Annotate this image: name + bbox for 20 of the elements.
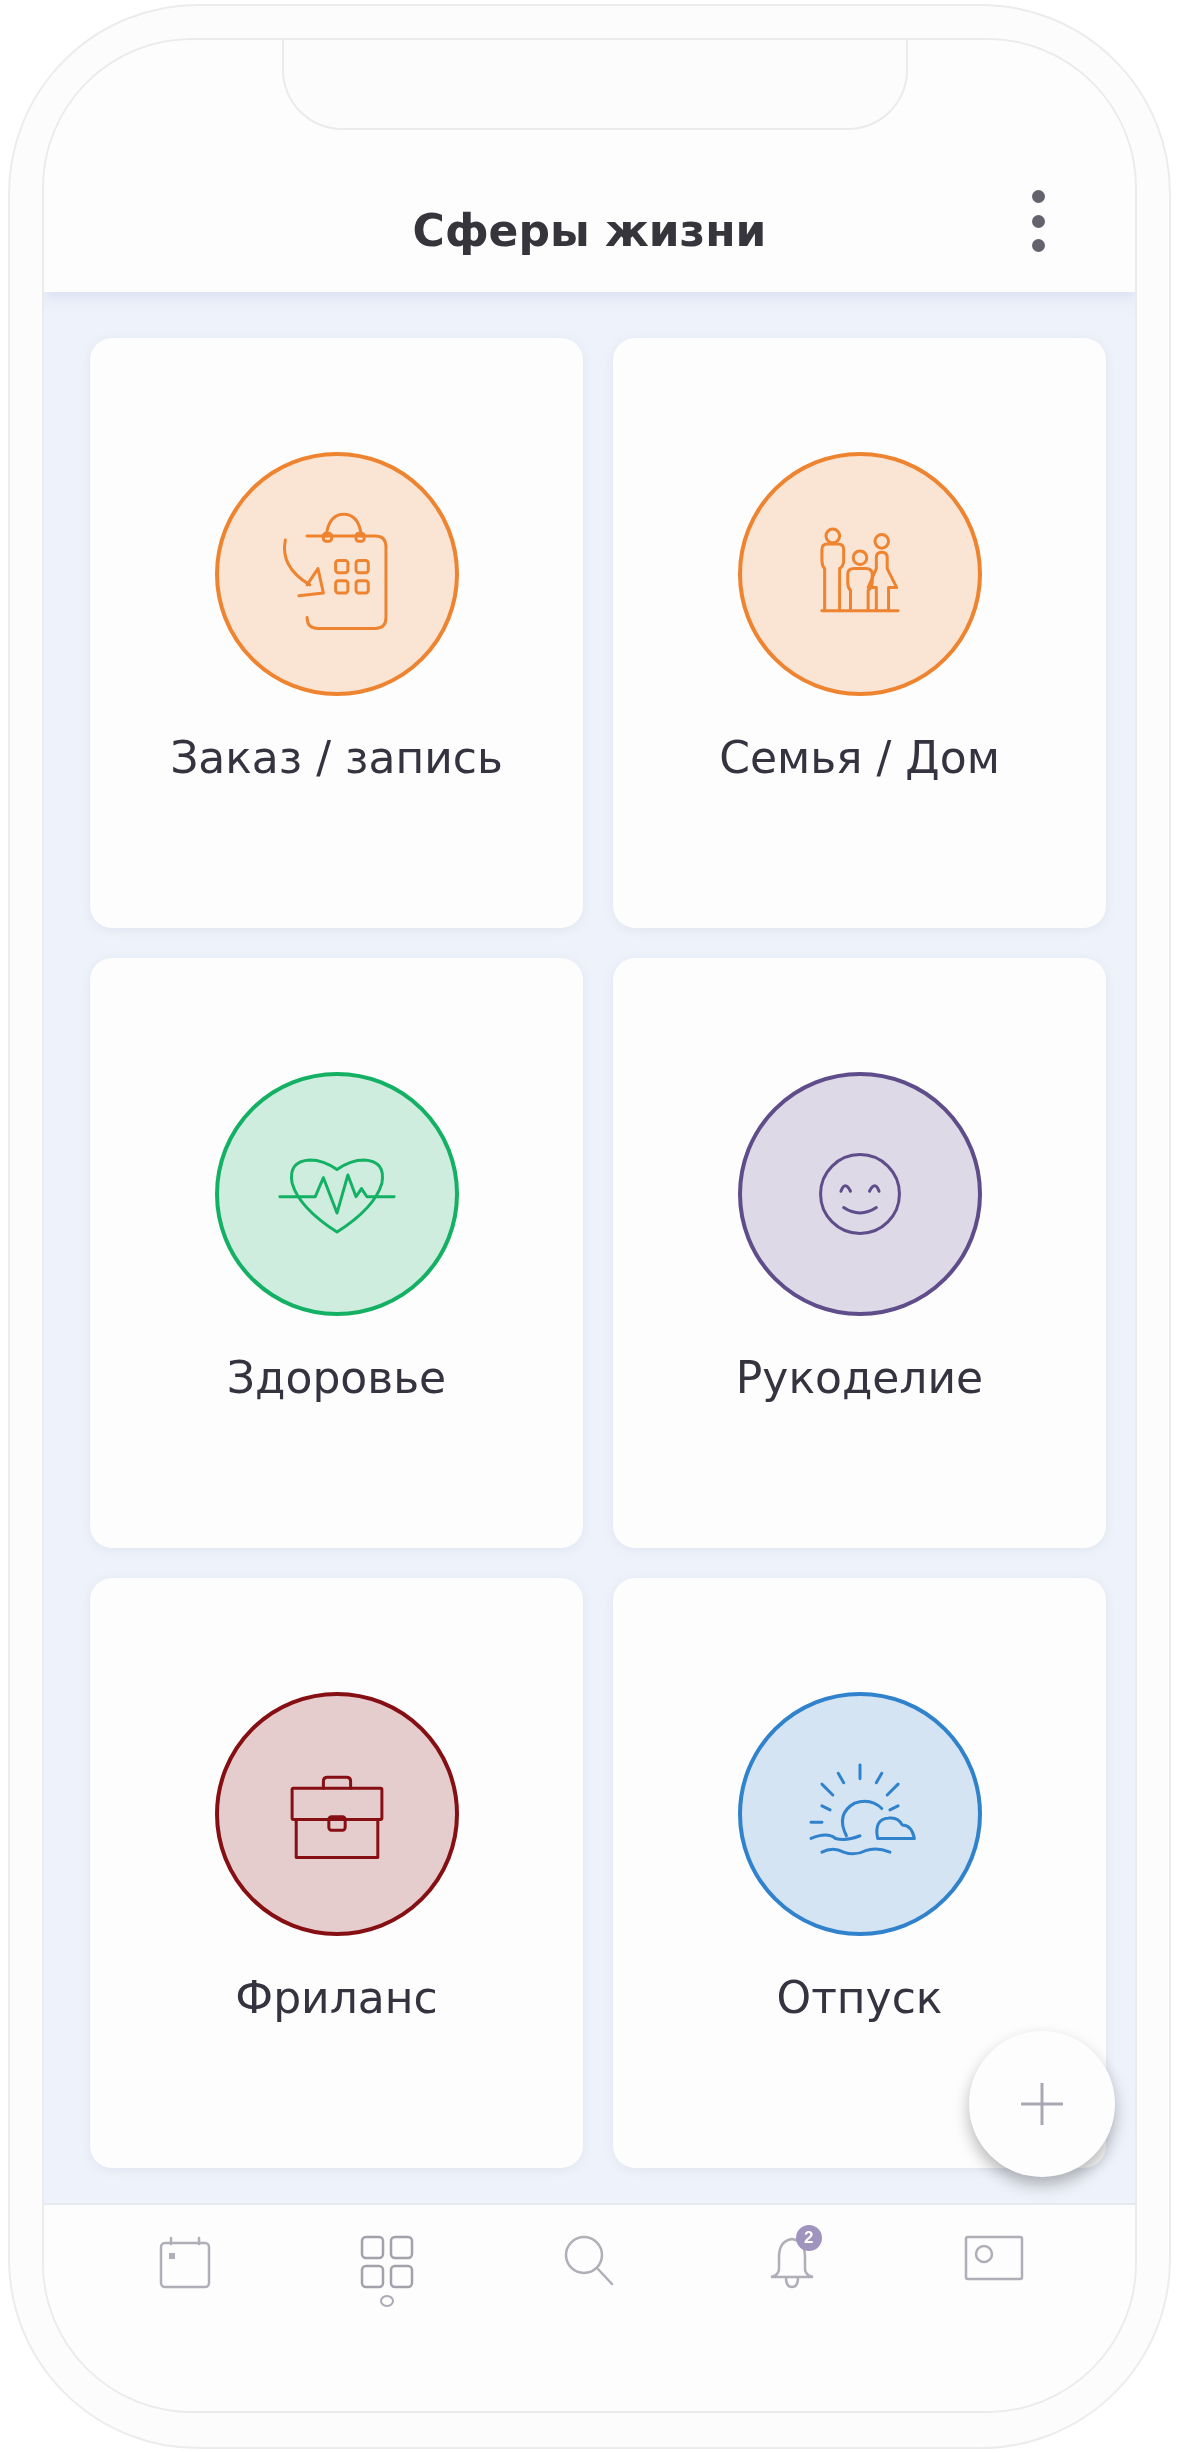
sphere-card[interactable]: Отпуск	[613, 1578, 1106, 2168]
sphere-card[interactable]: Семья / Дом	[613, 338, 1106, 928]
sphere-label: Отпуск	[776, 1972, 943, 2023]
sphere-card[interactable]: Фриланс	[90, 1578, 583, 2168]
notification-count: 2	[795, 2225, 822, 2251]
active-dot	[380, 2295, 395, 2307]
page-title: Сферы жизни	[412, 205, 767, 256]
search-icon	[564, 2235, 615, 2287]
sphere-card[interactable]: Здоровье	[90, 958, 583, 1548]
sphere-label: Рукоделие	[735, 1352, 984, 1403]
grid-icon	[360, 2235, 415, 2289]
sphere-card[interactable]: Заказ / запись	[90, 338, 583, 928]
sphere-label: Здоровье	[226, 1352, 447, 1403]
plus-icon	[1019, 2081, 1065, 2127]
sphere-card[interactable]: Рукоделие	[613, 958, 1106, 1548]
sphere-label: Семья / Дом	[719, 732, 1000, 783]
calendar-icon	[159, 2235, 212, 2289]
sphere-label: Заказ / запись	[170, 732, 503, 783]
sphere-label: Фриланс	[235, 1972, 438, 2023]
id-card-icon	[963, 2235, 1024, 2281]
